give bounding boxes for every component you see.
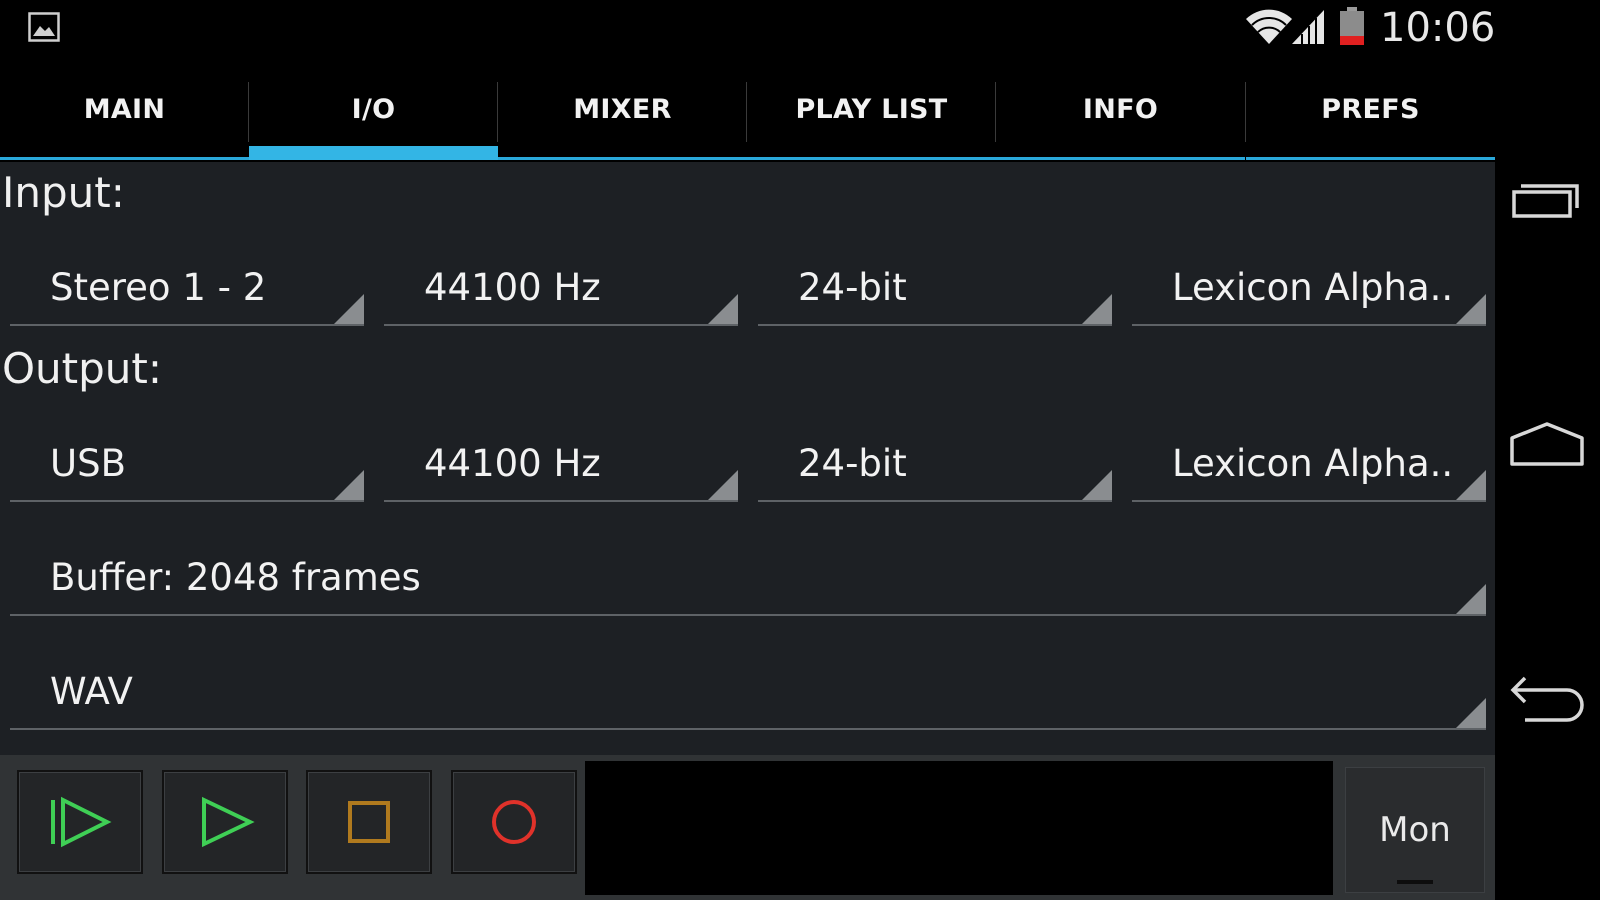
battery-icon — [1340, 7, 1364, 45]
input-bit-depth-value: 24-bit — [798, 266, 907, 309]
tab-io[interactable]: I/O — [249, 82, 498, 160]
dropdown-corner-icon — [1456, 470, 1486, 500]
output-bit-depth-value: 24-bit — [798, 442, 907, 485]
home-icon[interactable] — [1507, 416, 1587, 476]
buffer-value: Buffer: 2048 frames — [50, 556, 421, 599]
mon-label: Mon — [1379, 810, 1451, 850]
tab-play-list[interactable]: PLAY LIST — [747, 82, 996, 160]
dropdown-corner-icon — [334, 470, 364, 500]
wifi-icon — [1246, 9, 1292, 44]
navigation-bar — [1495, 0, 1600, 900]
status-bar: 10:06 — [0, 0, 1495, 60]
tab-bar: MAIN I/O MIXER PLAY LIST INFO PREFS — [0, 60, 1495, 162]
mon-indicator — [1397, 880, 1433, 884]
output-bit-depth-spinner[interactable]: 24-bit — [758, 430, 1112, 502]
tab-prefs[interactable]: PREFS — [1246, 82, 1495, 160]
input-bit-depth-spinner[interactable]: 24-bit — [758, 254, 1112, 326]
mon-button[interactable]: Mon — [1345, 767, 1485, 893]
play-button[interactable] — [162, 770, 288, 874]
dropdown-corner-icon — [1082, 470, 1112, 500]
transport-bar: Mon — [0, 755, 1495, 900]
output-device-value: Lexicon Alpha.. — [1172, 442, 1454, 485]
dropdown-corner-icon — [1456, 584, 1486, 614]
input-channels-value: Stereo 1 - 2 — [50, 266, 267, 309]
dropdown-corner-icon — [1456, 294, 1486, 324]
dropdown-corner-icon — [334, 294, 364, 324]
buffer-spinner[interactable]: Buffer: 2048 frames — [10, 544, 1486, 616]
dropdown-corner-icon — [708, 294, 738, 324]
output-sample-rate-spinner[interactable]: 44100 Hz — [384, 430, 738, 502]
tab-mixer[interactable]: MIXER — [498, 82, 747, 160]
input-sample-rate-value: 44100 Hz — [424, 266, 601, 309]
input-section-label: Input: — [2, 168, 125, 217]
output-section-label: Output: — [2, 344, 163, 393]
gallery-icon — [28, 12, 60, 42]
back-icon[interactable] — [1507, 668, 1587, 728]
dropdown-corner-icon — [708, 470, 738, 500]
transport-display — [585, 761, 1333, 895]
input-sample-rate-spinner[interactable]: 44100 Hz — [384, 254, 738, 326]
output-channels-spinner[interactable]: USB — [10, 430, 364, 502]
tab-info[interactable]: INFO — [996, 82, 1245, 160]
play-from-start-icon — [51, 796, 112, 848]
record-icon — [492, 800, 536, 844]
play-icon — [202, 796, 255, 848]
output-channels-value: USB — [50, 442, 126, 485]
stop-icon — [348, 801, 390, 843]
dropdown-corner-icon — [1082, 294, 1112, 324]
format-spinner[interactable]: WAV — [10, 658, 1486, 730]
input-device-value: Lexicon Alpha.. — [1172, 266, 1454, 309]
record-button[interactable] — [451, 770, 577, 874]
dropdown-corner-icon — [1456, 698, 1486, 728]
stop-button[interactable] — [306, 770, 432, 874]
play-from-start-button[interactable] — [17, 770, 143, 874]
tab-main[interactable]: MAIN — [0, 82, 249, 160]
input-channels-spinner[interactable]: Stereo 1 - 2 — [10, 254, 364, 326]
format-value: WAV — [50, 670, 133, 713]
recent-apps-icon[interactable] — [1507, 172, 1587, 232]
app-content: MAIN I/O MIXER PLAY LIST INFO PREFS Inpu… — [0, 60, 1495, 900]
input-device-spinner[interactable]: Lexicon Alpha.. — [1132, 254, 1486, 326]
cell-signal-icon — [1292, 10, 1324, 44]
output-device-spinner[interactable]: Lexicon Alpha.. — [1132, 430, 1486, 502]
output-sample-rate-value: 44100 Hz — [424, 442, 601, 485]
status-time: 10:06 — [1380, 5, 1496, 51]
